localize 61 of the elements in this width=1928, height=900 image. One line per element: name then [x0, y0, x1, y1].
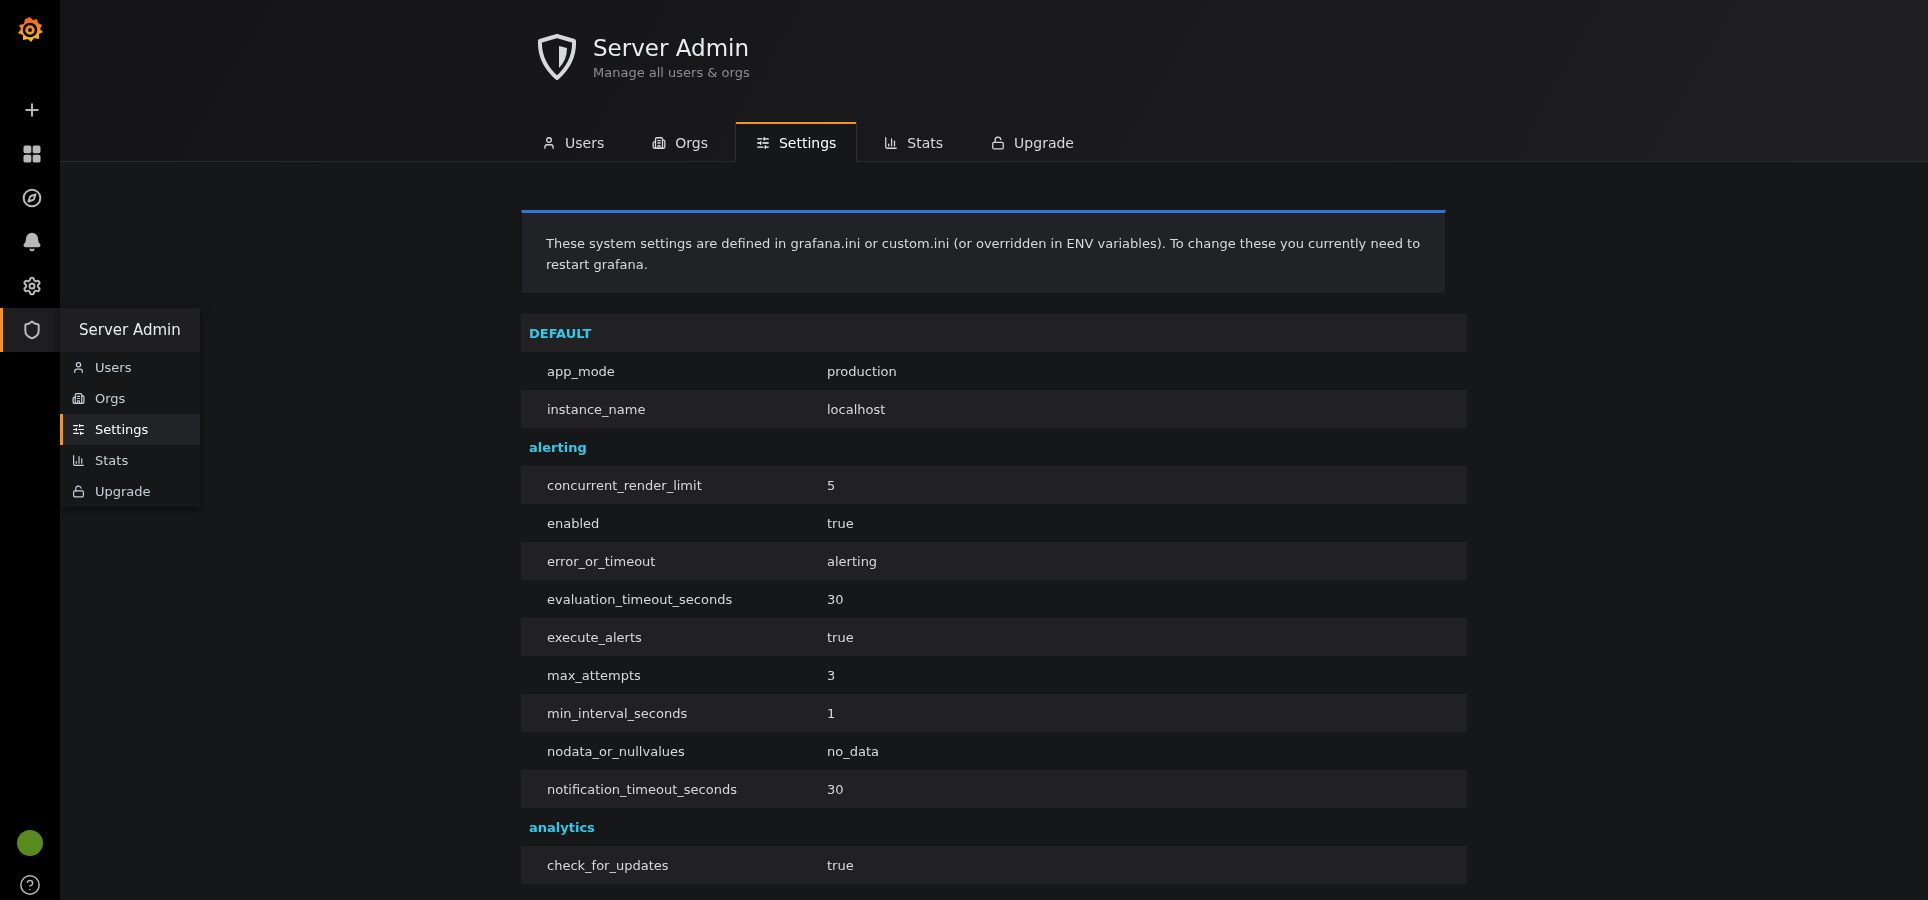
setting-key: check_for_updates — [521, 857, 827, 873]
page-subtitle: Manage all users & orgs — [593, 64, 750, 80]
section-heading: analytics — [528, 819, 595, 835]
tab[interactable]: Upgrade — [970, 122, 1095, 162]
sidebar-item[interactable] — [0, 308, 60, 352]
grid-icon — [21, 144, 42, 164]
settings-icon — [21, 276, 42, 296]
setting-value: 5 — [827, 477, 836, 493]
setting-value: 30 — [827, 781, 844, 797]
setting-key: notification_timeout_seconds — [521, 781, 827, 797]
setting-key: app_mode — [521, 363, 827, 379]
page-title: Server Admin — [593, 34, 750, 61]
tab[interactable]: Settings — [734, 122, 858, 162]
setting-value: alerting — [827, 553, 878, 569]
menu-title: Server Admin — [60, 308, 200, 352]
tab[interactable]: Orgs — [631, 122, 729, 162]
bell-icon — [21, 232, 42, 252]
setting-value: production — [827, 363, 897, 379]
shield-icon — [537, 34, 577, 80]
setting-key: max_attempts — [521, 667, 827, 683]
setting-key: instance_name — [521, 401, 827, 417]
logo-icon[interactable] — [16, 16, 44, 44]
unlock-icon — [991, 136, 1006, 150]
bar-chart-icon — [72, 454, 85, 467]
sliders-icon — [755, 136, 770, 150]
bar-chart-icon — [884, 136, 899, 150]
setting-key: enabled — [521, 515, 827, 531]
setting-key: execute_alerts — [521, 629, 827, 645]
setting-value: true — [827, 515, 854, 531]
tab[interactable]: Users — [521, 122, 626, 162]
avatar[interactable] — [17, 830, 43, 856]
info-message: These system settings are defined in grafana.ini or custom.ini (or overridden in ENV variables). To change these you currently need to restart grafana. — [521, 210, 1446, 294]
user-icon — [72, 361, 85, 374]
setting-value: 1 — [827, 705, 836, 721]
setting-key: error_or_timeout — [521, 553, 827, 569]
tab[interactable]: Stats — [863, 122, 965, 162]
building-icon — [652, 136, 667, 150]
section-heading: alerting — [528, 439, 587, 455]
user-icon — [542, 136, 556, 150]
building-icon — [72, 392, 85, 405]
setting-value: localhost — [827, 401, 886, 417]
shield-icon — [21, 320, 42, 340]
setting-key: concurrent_render_limit — [521, 477, 827, 493]
setting-key: nodata_or_nullvalues — [521, 743, 827, 759]
section-heading: DEFAULT — [528, 325, 592, 341]
menu-item[interactable]: Users — [60, 352, 200, 383]
menu-item[interactable]: Stats — [60, 445, 200, 476]
menu-item[interactable]: Settings — [60, 414, 200, 445]
unlock-icon — [72, 485, 85, 498]
sliders-icon — [72, 423, 85, 436]
setting-value: true — [827, 857, 854, 873]
menu-item[interactable]: Orgs — [60, 383, 200, 414]
compass-icon — [21, 188, 42, 208]
setting-value: 3 — [827, 667, 836, 683]
setting-value: no_data — [827, 743, 879, 759]
menu-item[interactable]: Upgrade — [60, 476, 200, 507]
setting-value: true — [827, 629, 854, 645]
help-icon[interactable] — [19, 874, 41, 896]
setting-key: evaluation_timeout_seconds — [521, 591, 827, 607]
setting-key: min_interval_seconds — [521, 705, 827, 721]
setting-value: 30 — [827, 591, 844, 607]
